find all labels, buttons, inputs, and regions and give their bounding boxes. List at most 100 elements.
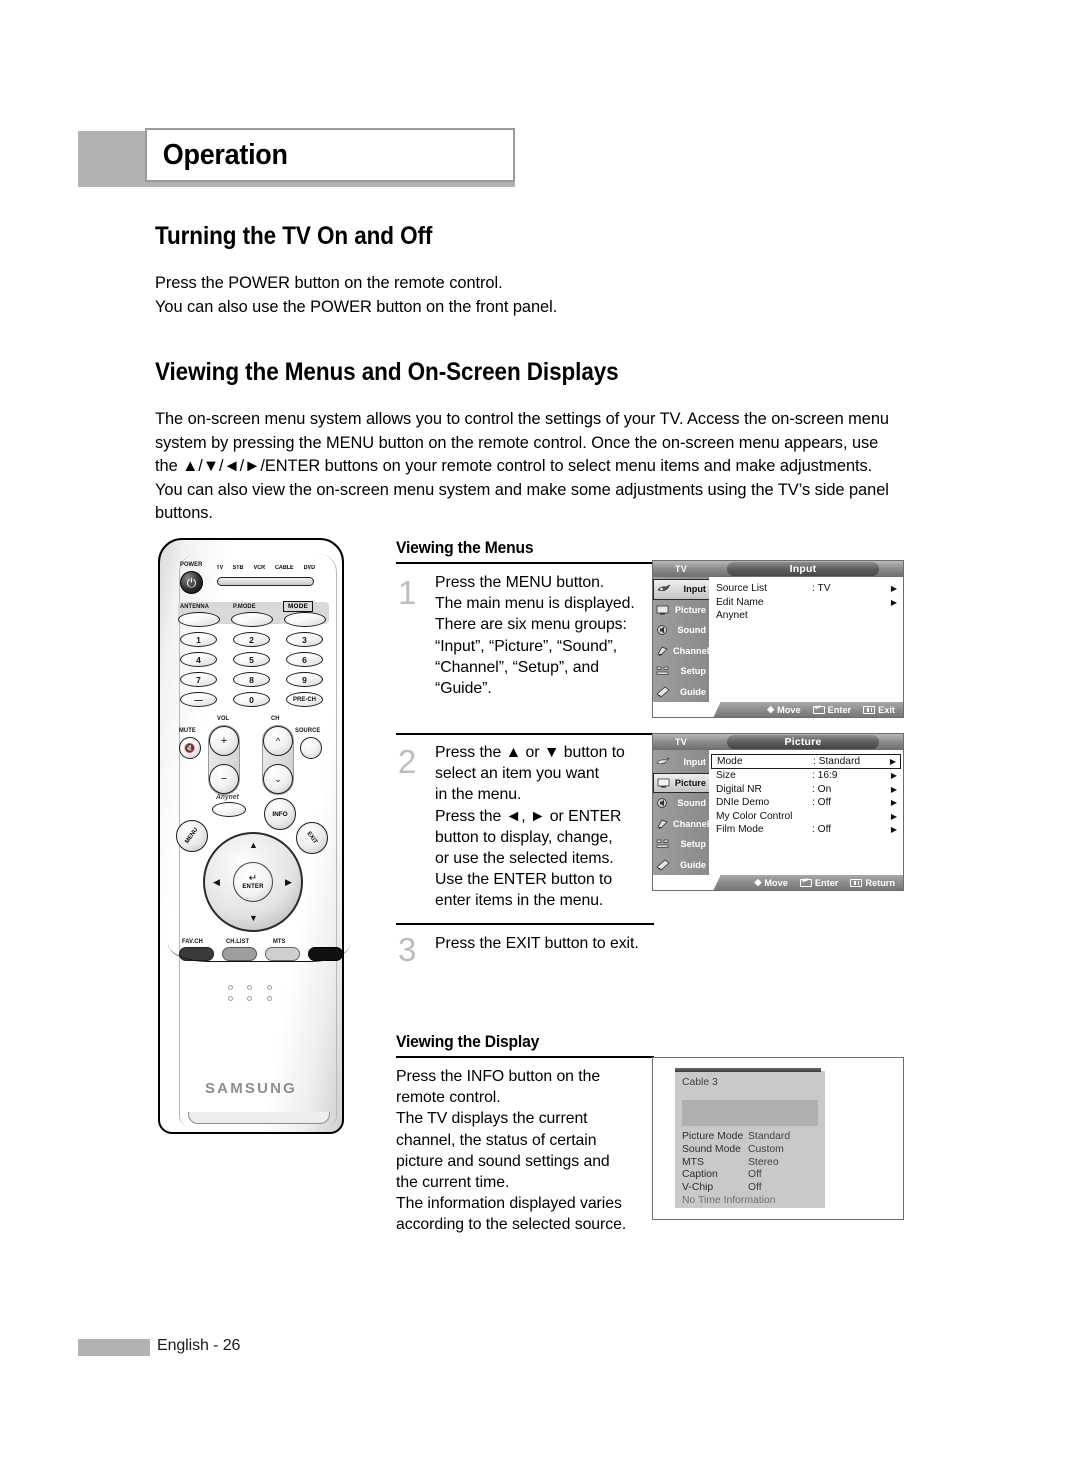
osd-sidebar-label-sound: Sound	[677, 625, 706, 636]
volume-up-button[interactable]: +	[209, 726, 239, 756]
sound-icon	[656, 797, 670, 809]
key-6[interactable]: 6	[286, 652, 323, 667]
source-button[interactable]	[300, 737, 322, 759]
enter-button[interactable]: ↵ ENTER	[233, 862, 273, 902]
osd-content-picture: Mode : Standard ▶ Size : 16:9 ▶ Digital …	[709, 750, 903, 875]
key-1[interactable]: 1	[180, 632, 217, 647]
return-icon	[850, 878, 863, 887]
osd-sidebar-item-guide[interactable]: Guide	[653, 682, 709, 703]
mute-button[interactable]: 🔇	[179, 737, 201, 759]
osd-row-anynet[interactable]: Anynet	[709, 609, 903, 623]
osd-title-input: Input	[727, 562, 879, 576]
key-0[interactable]: 0	[233, 692, 270, 707]
chevron-right-icon: ▶	[890, 798, 897, 808]
osd-sidebar-item-picture[interactable]: Picture	[653, 772, 709, 793]
osd-key-mode: Mode	[717, 756, 743, 767]
input-icon	[657, 583, 671, 595]
osd-sidebar-item-channel[interactable]: Channel	[653, 814, 709, 835]
info-key-caption: Caption	[682, 1169, 718, 1181]
anynet-button[interactable]	[212, 802, 246, 817]
key-dash[interactable]: —	[180, 692, 217, 707]
dpad-left-icon[interactable]: ◀	[213, 877, 220, 888]
rule-viewing-menus	[396, 562, 654, 564]
osd-footer-tab	[653, 702, 725, 717]
osd-footer-enter-label: Enter	[827, 704, 852, 715]
osd-sidebar-label-setup: Setup	[680, 839, 706, 850]
key-2[interactable]: 2	[233, 632, 270, 647]
key-4[interactable]: 4	[180, 652, 217, 667]
dpad-up-icon[interactable]: ▲	[249, 840, 258, 850]
power-label: POWER	[180, 561, 203, 568]
channel-up-button[interactable]: ^	[263, 726, 293, 756]
chevron-right-icon: ▶	[890, 771, 897, 781]
guide-icon	[656, 686, 670, 698]
osd-sidebar-item-setup[interactable]: Setup	[653, 661, 709, 682]
osd-key-my-color-control: My Color Control	[716, 810, 793, 822]
device-mode-stb: STB	[232, 565, 244, 571]
osd-sidebar-item-input[interactable]: Input	[653, 579, 709, 600]
osd-sidebar-item-sound[interactable]: Sound	[653, 620, 709, 641]
remote-body: POWER ⏻ TV STB VCR CABLE DVD ANTENNA P.M…	[158, 538, 350, 1134]
osd-sidebar-item-picture[interactable]: Picture	[653, 600, 709, 621]
menu-button[interactable]: MENU	[176, 820, 208, 852]
device-mode-labels: TV STB VCR CABLE DVD	[216, 565, 316, 571]
osd-footer-move-label: Move	[764, 877, 788, 888]
osd-sidebar-item-guide[interactable]: Guide	[653, 855, 709, 876]
chevron-right-icon: ▶	[890, 584, 897, 594]
osd-key-source-list: Source List	[716, 583, 767, 595]
key-prech[interactable]: PRE-CH	[286, 692, 323, 707]
osd-sidebar-label-sound: Sound	[677, 798, 706, 809]
section-heading-viewing-menus: Viewing the Menus and On-Screen Displays	[155, 358, 619, 386]
osd-row-dnie-demo[interactable]: DNIe Demo : Off ▶	[709, 796, 903, 810]
key-7[interactable]: 7	[180, 672, 217, 687]
osd-sidebar-item-input[interactable]: Input	[653, 752, 709, 773]
exit-button[interactable]: EXIT	[296, 822, 328, 854]
info-button[interactable]: INFO	[264, 798, 296, 830]
info-banner-frame: Cable 3 Picture Mode Standard Sound Mode…	[652, 1057, 904, 1220]
osd-footer-enter: Enter	[799, 876, 838, 888]
antenna-label: ANTENNA	[180, 603, 209, 610]
osd-value-source-list: : TV	[812, 583, 831, 595]
dpad-right-icon[interactable]: ▶	[285, 877, 292, 888]
osd-row-my-color-control[interactable]: My Color Control ▶	[709, 810, 903, 824]
channel-icon	[656, 645, 670, 657]
device-mode-tv: TV	[216, 565, 224, 571]
page-title: Operation	[162, 138, 288, 171]
osd-sidebar-label-setup: Setup	[680, 666, 706, 677]
osd-row-size[interactable]: Size : 16:9 ▶	[709, 769, 903, 783]
key-3[interactable]: 3	[286, 632, 323, 647]
volume-down-button[interactable]: −	[209, 764, 239, 794]
key-8[interactable]: 8	[233, 672, 270, 687]
sound-icon	[656, 624, 670, 636]
mode-label: MODE	[283, 601, 313, 612]
step-number-1: 1	[398, 574, 417, 611]
osd-row-mode[interactable]: Mode : Standard ▶	[711, 754, 901, 769]
osd-main-picture: Input Picture Sound Channel Setup Guide …	[653, 750, 903, 875]
key-9[interactable]: 9	[286, 672, 323, 687]
osd-row-film-mode[interactable]: Film Mode : Off ▶	[709, 823, 903, 837]
osd-sidebar-item-channel[interactable]: Channel	[653, 641, 709, 662]
osd-sidebar-item-sound[interactable]: Sound	[653, 793, 709, 814]
osd-main-input: Input Picture Sound Channel Setup Guide …	[653, 577, 903, 702]
pmode-button[interactable]	[231, 612, 273, 627]
info-row-mts: MTS Stereo	[682, 1157, 832, 1170]
key-5[interactable]: 5	[233, 652, 270, 667]
osd-row-digital-nr[interactable]: Digital NR : On ▶	[709, 783, 903, 797]
osd-footer-input: ◆ Move Enter Exit	[653, 702, 903, 717]
osd-row-edit-name[interactable]: Edit Name ▶	[709, 596, 903, 610]
osd-key-edit-name: Edit Name	[716, 596, 764, 608]
channel-down-button[interactable]: ⌄	[263, 764, 293, 794]
mode-button[interactable]	[284, 612, 326, 627]
dpad-down-icon[interactable]: ▼	[249, 913, 258, 923]
osd-row-source-list[interactable]: Source List : TV ▶	[709, 582, 903, 596]
step-text-3: Press the EXIT button to exit.	[435, 935, 639, 952]
osd-footer-return: Return	[850, 878, 895, 888]
enter-icon	[799, 876, 812, 887]
info-value-mts: Stereo	[748, 1156, 779, 1168]
osd-sidebar-item-setup[interactable]: Setup	[653, 834, 709, 855]
step-text-2: Press the ▲ or ▼ button to select an ite…	[435, 744, 625, 910]
osd-key-anynet: Anynet	[716, 610, 748, 622]
power-button[interactable]: ⏻	[180, 571, 203, 594]
antenna-button[interactable]	[178, 612, 220, 627]
osd-sidebar-label-guide: Guide	[679, 686, 706, 697]
